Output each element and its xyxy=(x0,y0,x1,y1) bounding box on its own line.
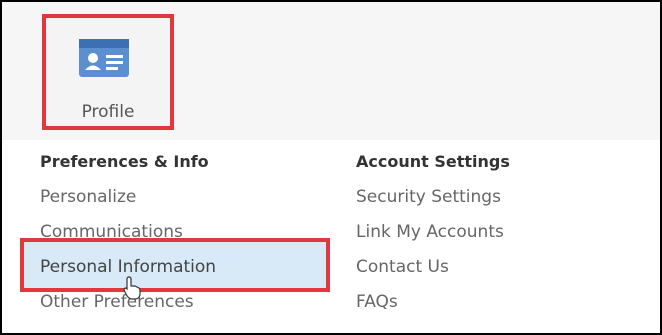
menu-item-faqs[interactable]: FAQs xyxy=(356,292,398,312)
menu-item-communications[interactable]: Communications xyxy=(40,222,183,242)
profile-label: Profile xyxy=(81,102,135,122)
menu-item-security-settings[interactable]: Security Settings xyxy=(356,187,501,207)
menu-item-contact-us[interactable]: Contact Us xyxy=(356,257,449,277)
menu-panel: Profile Preferences & Info Account Setti… xyxy=(2,2,660,333)
menu-item-other-preferences[interactable]: Other Preferences xyxy=(40,292,194,312)
id-card-icon xyxy=(79,39,129,77)
menu-item-personalize[interactable]: Personalize xyxy=(40,187,136,207)
hand-cursor-icon xyxy=(123,276,141,300)
menu-item-link-my-accounts[interactable]: Link My Accounts xyxy=(356,222,504,242)
account-settings-heading: Account Settings xyxy=(356,152,510,171)
preferences-heading: Preferences & Info xyxy=(40,152,209,171)
profile-button[interactable]: Profile xyxy=(42,14,174,130)
menu-item-personal-information[interactable]: Personal Information xyxy=(40,257,216,277)
